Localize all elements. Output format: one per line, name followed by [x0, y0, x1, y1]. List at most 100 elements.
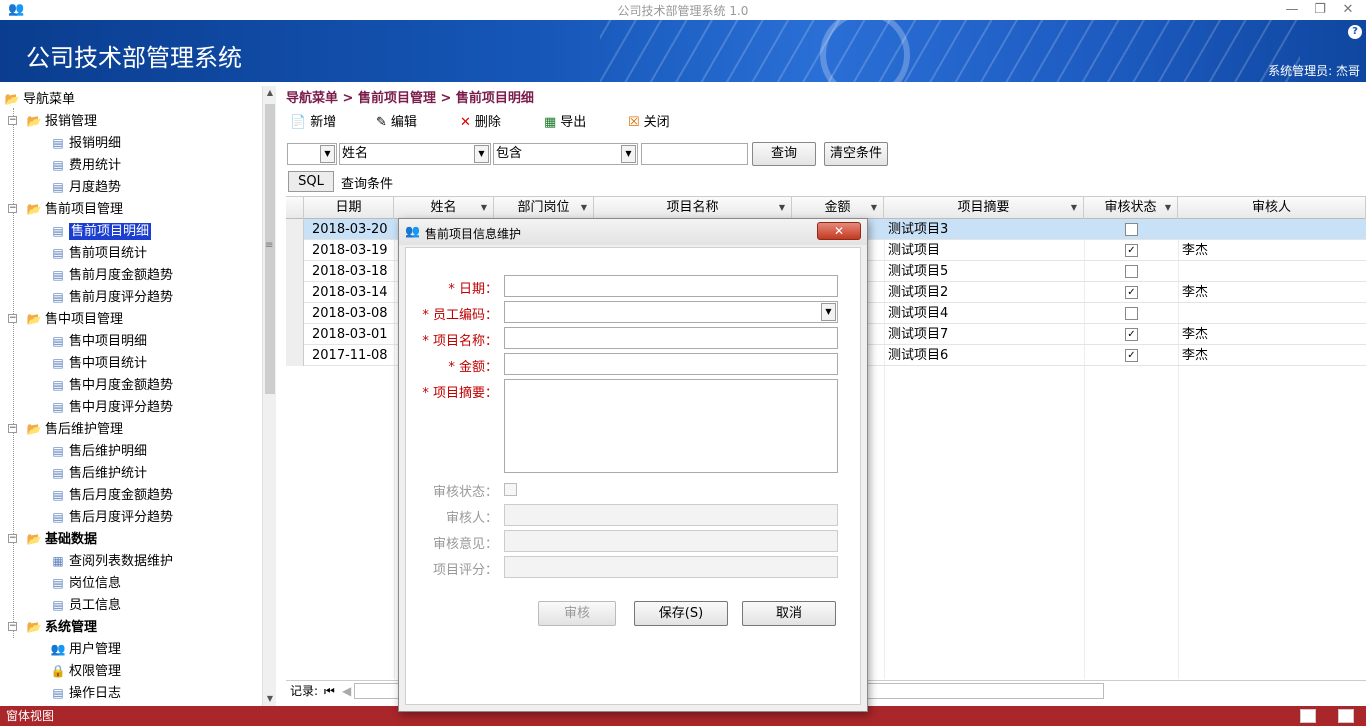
dialog-close-button[interactable]: ✕ — [817, 222, 861, 240]
tree-item[interactable]: ▤ 岗位信息 — [50, 572, 121, 594]
tree-item[interactable]: ▤ 售前月度评分趋势 — [50, 286, 173, 308]
tree-group-insales[interactable]: − 📂 售中项目管理 — [8, 308, 123, 330]
tree-group-system[interactable]: − 📂 系统管理 — [8, 616, 97, 638]
tree-group-reimbursement[interactable]: − 📂 报销管理 — [8, 110, 97, 132]
tree-item[interactable]: ▤ 售中项目统计 — [50, 352, 147, 374]
date-field[interactable] — [504, 275, 838, 297]
row-header[interactable] — [286, 261, 304, 282]
column-header-project-name[interactable]: 项目名称 ▼ — [594, 197, 792, 219]
collapse-icon[interactable]: − — [8, 424, 17, 433]
tree-item[interactable]: ▤ 售中月度评分趋势 — [50, 396, 173, 418]
first-record-icon[interactable]: ⏮ — [324, 681, 335, 701]
review-opinion-field[interactable] — [504, 530, 838, 552]
chevron-down-icon[interactable]: ▼ — [320, 145, 335, 163]
datasheet-view-icon[interactable] — [1338, 709, 1354, 723]
tree-item[interactable]: ▦ 查阅列表数据维护 — [50, 550, 173, 572]
tree-item[interactable]: ▤ 月度趋势 — [50, 176, 121, 198]
column-header-review-status[interactable]: 审核状态 ▼ — [1084, 197, 1178, 219]
row-header[interactable] — [286, 303, 304, 324]
tree-item[interactable]: ▤ 售中月度金额趋势 — [50, 374, 173, 396]
row-header[interactable] — [286, 282, 304, 303]
scroll-up-icon[interactable]: ▲ — [263, 86, 277, 100]
tree-item[interactable]: ▤ 售后维护统计 — [50, 462, 147, 484]
column-header-amount[interactable]: 金额 ▼ — [792, 197, 884, 219]
filter-arrow-icon[interactable]: ▼ — [871, 197, 877, 219]
collapse-icon[interactable]: − — [8, 204, 17, 213]
query-button[interactable]: 查询 — [752, 142, 816, 166]
row-header[interactable] — [286, 324, 304, 345]
tree-item[interactable]: ▤ 员工信息 — [50, 594, 121, 616]
collapse-icon[interactable]: − — [8, 116, 17, 125]
tree-group-aftersales[interactable]: − 📂 售后维护管理 — [8, 418, 123, 440]
project-name-field[interactable] — [504, 327, 838, 349]
collapse-icon[interactable]: − — [8, 314, 17, 323]
collapse-icon[interactable]: − — [8, 534, 17, 543]
row-header[interactable] — [286, 345, 304, 366]
review-checkbox-checked[interactable]: ✓ — [1125, 349, 1138, 362]
sql-button[interactable]: SQL — [288, 171, 334, 192]
project-score-field[interactable] — [504, 556, 838, 578]
review-checkbox[interactable] — [1125, 265, 1138, 278]
tree-item[interactable]: ▤ 售前项目统计 — [50, 242, 147, 264]
save-button[interactable]: 保存(S) — [634, 601, 728, 626]
filter-arrow-icon[interactable]: ▼ — [1071, 197, 1077, 219]
column-header-reviewer[interactable]: 审核人 — [1178, 197, 1366, 219]
minimize-button[interactable]: — — [1278, 0, 1306, 20]
row-header[interactable] — [286, 219, 304, 240]
filter-arrow-icon[interactable]: ▼ — [581, 197, 587, 219]
review-status-checkbox[interactable] — [504, 483, 517, 496]
row-header[interactable] — [286, 240, 304, 261]
amount-field[interactable] — [504, 353, 838, 375]
form-view-icon[interactable] — [1300, 709, 1316, 723]
tree-root[interactable]: 📂 导航菜单 — [4, 88, 76, 110]
column-header-summary[interactable]: 项目摘要 ▼ — [884, 197, 1084, 219]
scroll-down-icon[interactable]: ▼ — [263, 692, 277, 706]
tree-item[interactable]: ▤ 售后月度评分趋势 — [50, 506, 173, 528]
filter-operator-select[interactable]: 包含 ▼ — [493, 143, 638, 165]
delete-button[interactable]: ✕ 删除 — [460, 112, 501, 134]
close-window-button[interactable]: ✕ — [1334, 0, 1362, 20]
filter-arrow-icon[interactable]: ▼ — [779, 197, 785, 219]
filter-field-select[interactable]: 姓名 ▼ — [339, 143, 491, 165]
filter-value-input[interactable] — [641, 143, 748, 165]
restore-button[interactable]: ❐ — [1306, 0, 1334, 20]
tree-scrollbar[interactable]: ▲ ▼ — [262, 86, 276, 706]
summary-textarea[interactable] — [504, 379, 838, 473]
new-button[interactable]: 📄 新增 — [290, 112, 336, 134]
close-button[interactable]: ☒ 关闭 — [628, 112, 670, 134]
filter-arrow-icon[interactable]: ▼ — [481, 197, 487, 219]
cancel-button[interactable]: 取消 — [742, 601, 836, 626]
splitter-handle[interactable]: ≡ — [265, 240, 273, 251]
tree-item[interactable]: ▤ 售前月度金额趋势 — [50, 264, 173, 286]
review-button[interactable]: 审核 — [538, 601, 616, 626]
tree-group-basedata[interactable]: − 📂 基础数据 — [8, 528, 97, 550]
tree-item[interactable]: 👥 用户管理 — [50, 638, 122, 660]
tree-group-presales[interactable]: − 📂 售前项目管理 — [8, 198, 123, 220]
help-icon[interactable]: ? — [1348, 25, 1362, 39]
column-header-dept[interactable]: 部门岗位 ▼ — [494, 197, 594, 219]
tree-item[interactable]: ▤ 费用统计 — [50, 154, 121, 176]
tree-item[interactable]: ▤ 操作日志 — [50, 682, 121, 704]
column-header-name[interactable]: 姓名 ▼ — [394, 197, 494, 219]
export-button[interactable]: ▦ 导出 — [544, 112, 586, 134]
review-checkbox-checked[interactable]: ✓ — [1125, 286, 1138, 299]
review-checkbox-checked[interactable]: ✓ — [1125, 328, 1138, 341]
review-checkbox[interactable] — [1125, 307, 1138, 320]
column-header-date[interactable]: 日期 — [304, 197, 394, 219]
collapse-icon[interactable]: − — [8, 622, 17, 631]
tree-item[interactable]: ▤ 售后月度金额趋势 — [50, 484, 173, 506]
tree-item[interactable]: 🔒 权限管理 — [50, 660, 122, 682]
tree-item-selected[interactable]: ▤ 售前项目明细 — [50, 220, 152, 242]
chevron-down-icon[interactable]: ▼ — [821, 303, 836, 321]
filter-arrow-icon[interactable]: ▼ — [1165, 197, 1171, 219]
dialog-titlebar[interactable]: 👥 售前项目信息维护 ✕ — [399, 219, 867, 245]
tree-item[interactable]: ▤ 报销明细 — [50, 132, 121, 154]
clear-conditions-button[interactable]: 清空条件 — [824, 142, 888, 166]
filter-logic-select[interactable]: ▼ — [287, 143, 337, 165]
tree-item[interactable]: ▤ 售中项目明细 — [50, 330, 147, 352]
review-checkbox[interactable] — [1125, 223, 1138, 236]
reviewer-field[interactable] — [504, 504, 838, 526]
chevron-down-icon[interactable]: ▼ — [621, 145, 636, 163]
chevron-down-icon[interactable]: ▼ — [474, 145, 489, 163]
employee-code-select[interactable]: ▼ — [504, 301, 838, 323]
